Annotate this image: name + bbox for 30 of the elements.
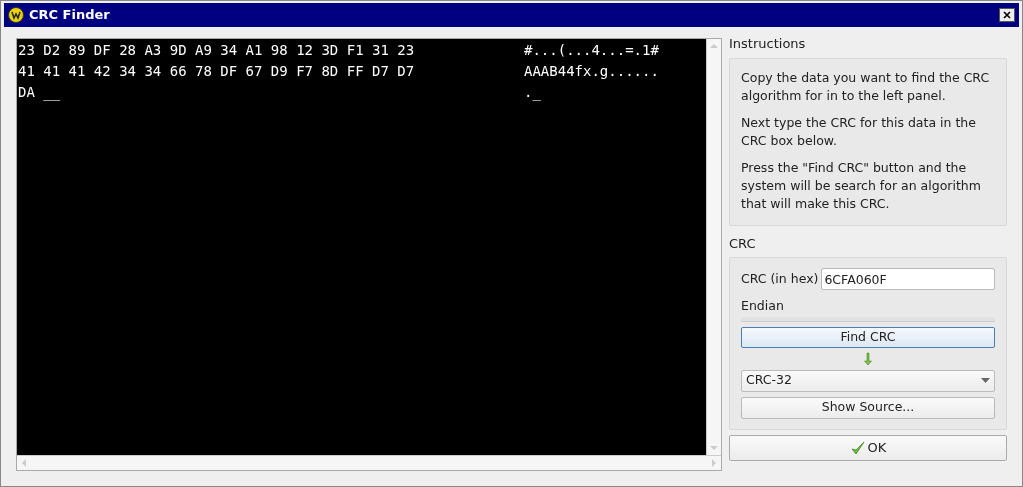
algorithm-dropdown[interactable]: CRC-32 [741,369,995,392]
horizontal-scrollbar[interactable] [17,455,721,470]
close-button[interactable] [999,8,1015,22]
down-arrow-icon [863,351,873,366]
hex-editor[interactable]: 23 D2 89 DF 28 A3 9D A9 34 A1 98 12 3D F1 31 23 41 41 41 42 34 34 66 78 DF 67 D9 F7 8D FF D7 D7 DA __ #...(...4...=.1# AAAB44fx.g...... ._ [17,39,706,455]
endian-bar[interactable] [741,316,995,322]
crc-input-field[interactable]: 6CFA060F [821,268,995,290]
section-title: CRC [729,234,757,253]
instruction-text: Next type the CRC for this data in the CRC box below. [741,113,977,150]
instruction-text: Press the "Find CRC" button and the system will be search for an algorithm that will make this CRC. [741,158,982,213]
hex-bytes: 41 41 41 42 34 34 66 78 DF 67 D9 F7 8D FF D7 D7 [18,62,416,81]
ok-button[interactable]: OK [729,434,1007,461]
checkmark-icon [849,439,866,456]
caret-icon [981,378,990,384]
window-title: CRC Finder [29,6,111,25]
vertical-scrollbar[interactable] [706,39,721,455]
ascii-text: ._ [524,83,542,103]
ascii-text: AAAB44fx.g...... [524,62,659,81]
section-title: Instructions [729,35,807,53]
show-source-button[interactable]: Show Source... [741,396,995,419]
endian-label: Endian [741,297,785,315]
app-logo-icon [8,7,24,23]
ascii-text: #...(...4...=.1# [524,41,659,60]
dropdown-value: CRC-32 [746,371,792,390]
hex-bytes: DA __ [18,83,62,103]
find-crc-button[interactable]: Find CRC [741,326,995,348]
instruction-text: Copy the data you want to find the CRC algorithm for in to the left panel. [741,68,991,105]
close-icon [1003,11,1011,19]
field-label: CRC (in hex) [741,269,819,288]
hex-bytes: 23 D2 89 DF 28 A3 9D A9 34 A1 98 12 3D F1 31 23 [18,41,416,60]
